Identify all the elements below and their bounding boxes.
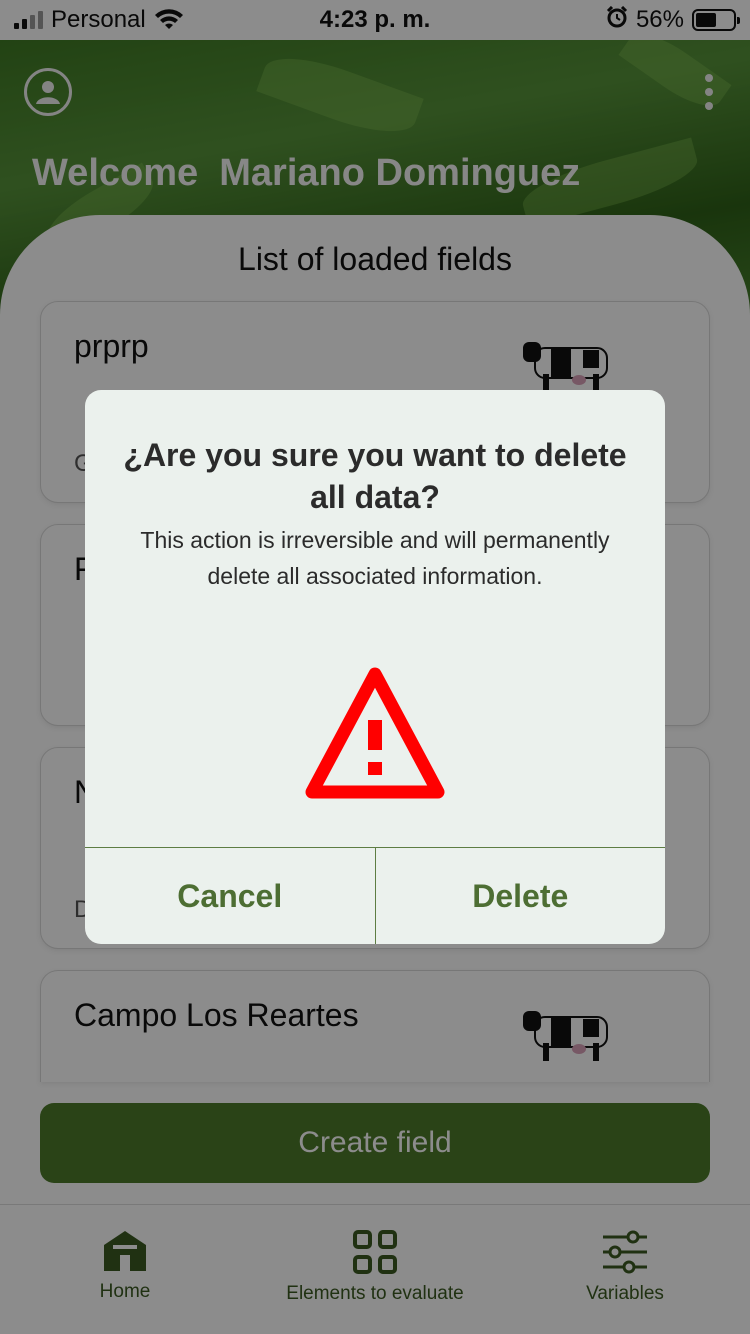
cancel-button[interactable]: Cancel bbox=[85, 848, 375, 944]
warning-icon bbox=[305, 667, 445, 799]
delete-confirm-dialog: ¿Are you sure you want to delete all dat… bbox=[85, 390, 665, 944]
dialog-message: This action is irreversible and will per… bbox=[140, 527, 610, 589]
dialog-actions: Cancel Delete bbox=[85, 847, 665, 944]
dialog-title: ¿Are you sure you want to delete all dat… bbox=[123, 437, 627, 515]
delete-button[interactable]: Delete bbox=[374, 848, 666, 944]
